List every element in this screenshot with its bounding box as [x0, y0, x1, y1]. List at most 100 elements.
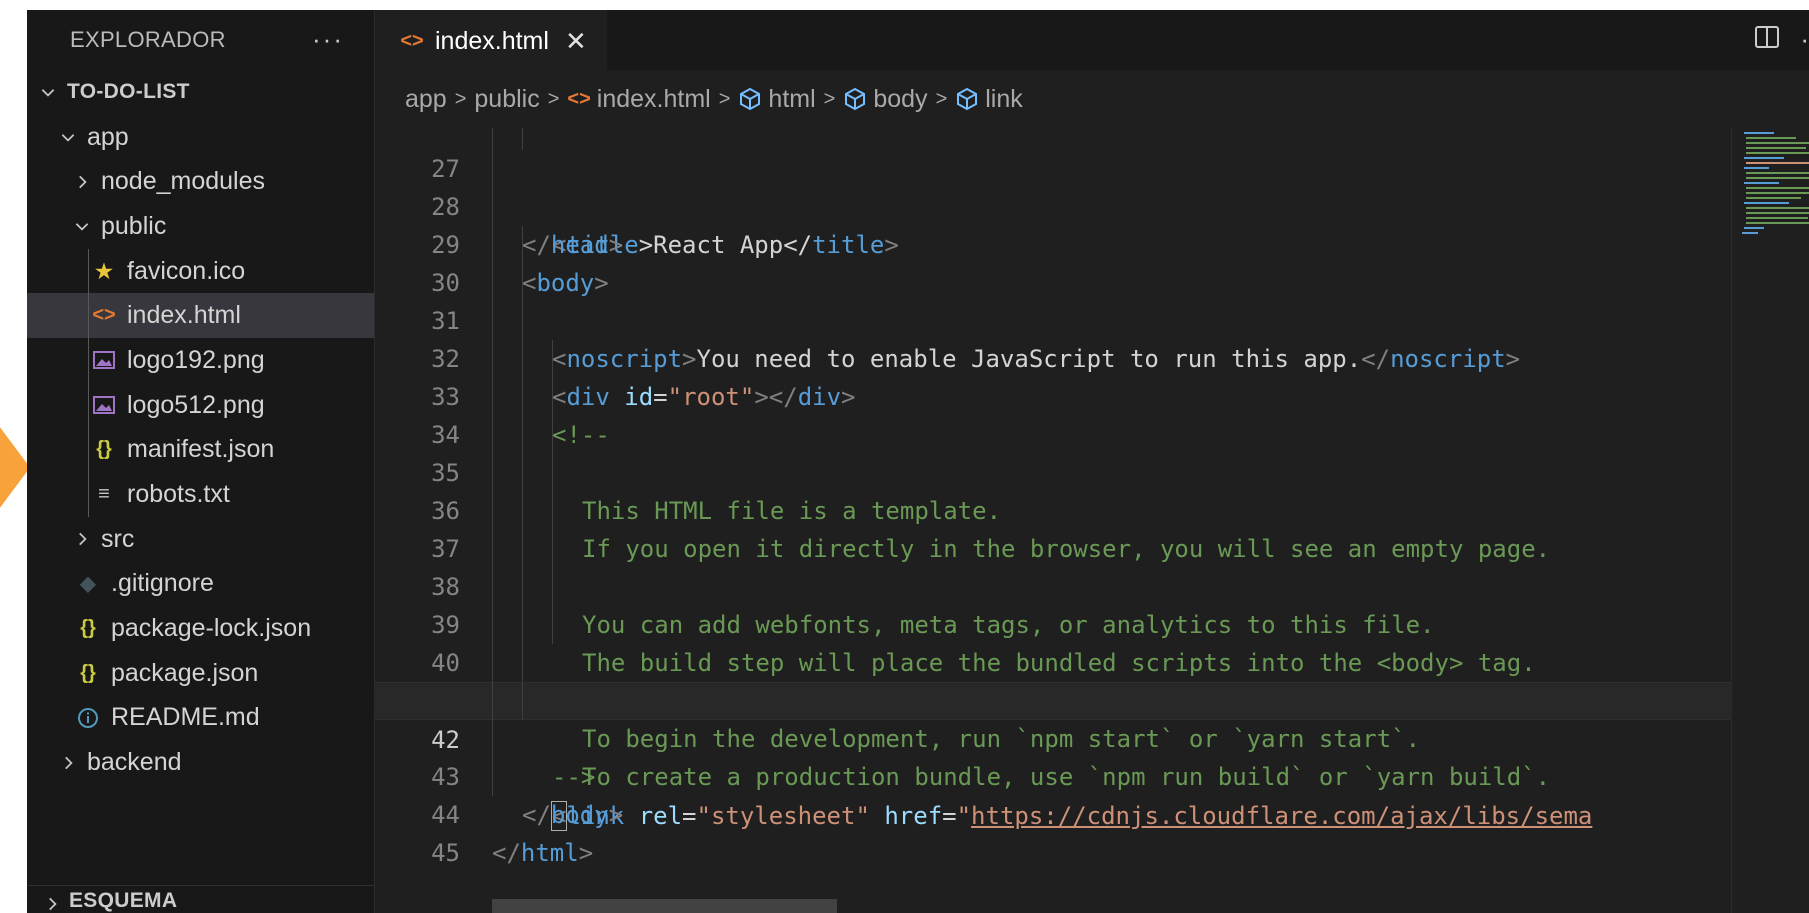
- tree-item-manifest[interactable]: {} manifest.json: [27, 427, 374, 473]
- tree-item-package-json[interactable]: {} package.json: [27, 651, 374, 696]
- breadcrumb-item-html[interactable]: html: [768, 85, 815, 114]
- outline-section-header[interactable]: ESQUEMA: [27, 885, 374, 913]
- minimap-line: [1744, 157, 1784, 159]
- json-icon: {}: [80, 661, 96, 684]
- star-icon: ★: [95, 260, 113, 283]
- minimap-line: [1746, 172, 1809, 174]
- breadcrumb-item-body[interactable]: body: [873, 85, 927, 114]
- tree-item-package-lock[interactable]: {} package-lock.json: [27, 606, 374, 651]
- tree-item-label: manifest.json: [127, 435, 275, 464]
- chevron-down-icon: [71, 217, 93, 235]
- breadcrumb-item-app[interactable]: app: [405, 85, 447, 114]
- chevron-down-icon: [57, 128, 79, 146]
- code-editor[interactable]: 27 <title>React App</title> 28 </head> 2…: [375, 128, 1731, 913]
- indent-guide: [522, 340, 523, 378]
- tree-item-label: public: [101, 211, 167, 240]
- info-icon: [75, 707, 101, 729]
- code-text: </html>: [492, 839, 594, 867]
- minimap-line: [1746, 147, 1806, 149]
- indent-guide: [88, 382, 89, 428]
- code-line: 31 <div id="root"></div>: [375, 264, 1731, 411]
- indent-guide: [552, 340, 553, 378]
- chevron-right-icon: [71, 530, 93, 548]
- tree-item-label: logo192.png: [127, 345, 265, 374]
- more-actions-icon[interactable]: ·: [1800, 24, 1809, 57]
- indent-guide: [522, 530, 523, 568]
- tree-item-app[interactable]: app: [27, 115, 374, 160]
- minimap-line: [1746, 162, 1809, 164]
- code-line: 37 The build step will place the bundled…: [375, 492, 1731, 677]
- minimap-line: [1744, 202, 1789, 204]
- minimap-line: [1744, 167, 1769, 169]
- image-icon: [91, 351, 117, 370]
- code-line: 30 <noscript>You need to enable JavaScri…: [375, 226, 1731, 373]
- tree-item-label: backend: [87, 748, 182, 777]
- indent-guide: [522, 492, 523, 530]
- tab-index-html[interactable]: <> index.html ✕: [375, 10, 607, 70]
- indent-guide: [522, 644, 523, 682]
- tree-item-label: index.html: [127, 301, 241, 330]
- code-line: 29 <body>: [375, 188, 1731, 297]
- code-line: 43 </body>: [375, 720, 1731, 829]
- vscode-window: EXPLORADOR ··· TO-DO-LIST app node_modul…: [27, 10, 1809, 913]
- split-editor-icon[interactable]: [1754, 24, 1780, 57]
- indent-guide: [522, 568, 523, 606]
- indent-guide: [522, 683, 523, 719]
- code-line: 38: [375, 530, 1731, 601]
- chevron-right-icon: >: [823, 87, 836, 110]
- tree-item-label: .gitignore: [111, 569, 214, 598]
- indent-guide: [552, 492, 553, 530]
- chevron-right-icon: >: [935, 87, 948, 110]
- decorative-orange-arrow: [0, 395, 30, 540]
- minimap-line: [1746, 142, 1809, 144]
- json-icon: {}: [96, 438, 112, 461]
- minimap-line: [1746, 192, 1809, 194]
- symbol-element-icon: [955, 87, 979, 111]
- chevron-down-icon: [37, 83, 59, 101]
- tree-item-label: node_modules: [101, 167, 266, 196]
- minimap-line: [1742, 232, 1758, 234]
- tree-item-label: README.md: [111, 703, 260, 732]
- tree-item-logo192[interactable]: logo192.png: [27, 338, 374, 383]
- breadcrumb-item-public[interactable]: public: [474, 85, 539, 114]
- indent-guide: [492, 128, 493, 796]
- image-icon: [91, 396, 117, 415]
- tree-item-public[interactable]: public: [27, 204, 374, 249]
- git-icon: ◆: [80, 573, 96, 596]
- code-line-current: 42 <link rel="stylesheet" href="https://…: [375, 682, 1731, 831]
- code-line: 44 </html>: [375, 758, 1731, 867]
- minimap[interactable]: [1731, 128, 1809, 913]
- code-line: 39 To begin the development, run `npm st…: [375, 568, 1731, 753]
- horizontal-scrollbar[interactable]: [492, 899, 837, 913]
- tree-item-label: package-lock.json: [111, 614, 312, 643]
- tree-item-favicon[interactable]: ★ favicon.ico: [27, 248, 374, 294]
- tree-item-src[interactable]: src: [27, 517, 374, 562]
- line-number: 45: [431, 839, 460, 867]
- indent-guide: [552, 416, 553, 454]
- tree-item-backend[interactable]: backend: [27, 740, 374, 785]
- tree-item-index-html[interactable]: <> index.html: [27, 293, 374, 339]
- text-lines-icon: ≡: [98, 483, 110, 506]
- tree-item-label: logo512.png: [127, 390, 265, 419]
- tree-item-node-modules[interactable]: node_modules: [27, 159, 374, 204]
- tree-item-gitignore[interactable]: ◆ .gitignore: [27, 562, 374, 607]
- minimap-line: [1746, 152, 1809, 154]
- tree-item-to-do-list[interactable]: TO-DO-LIST: [27, 70, 374, 115]
- code-line: 33 This HTML file is a template.: [375, 340, 1731, 525]
- tree-item-robots[interactable]: ≡ robots.txt: [27, 472, 374, 517]
- tree-item-logo512[interactable]: logo512.png: [27, 382, 374, 428]
- code-line: 35: [375, 416, 1731, 487]
- chevron-right-icon: >: [454, 87, 467, 110]
- minimap-line: [1746, 137, 1796, 139]
- indent-guide: [522, 416, 523, 454]
- html-icon: <>: [400, 29, 424, 52]
- more-actions-icon[interactable]: ···: [312, 24, 344, 55]
- tab-bar: <> index.html ✕ ·: [375, 10, 1809, 70]
- breadcrumb-item-index-html[interactable]: index.html: [597, 85, 711, 114]
- tree-item-label: src: [101, 524, 135, 553]
- tree-item-label: package.json: [111, 658, 259, 687]
- breadcrumb-item-link[interactable]: link: [985, 85, 1023, 114]
- indent-guide: [88, 427, 89, 473]
- close-icon[interactable]: ✕: [565, 26, 587, 57]
- tree-item-readme[interactable]: README.md: [27, 696, 374, 741]
